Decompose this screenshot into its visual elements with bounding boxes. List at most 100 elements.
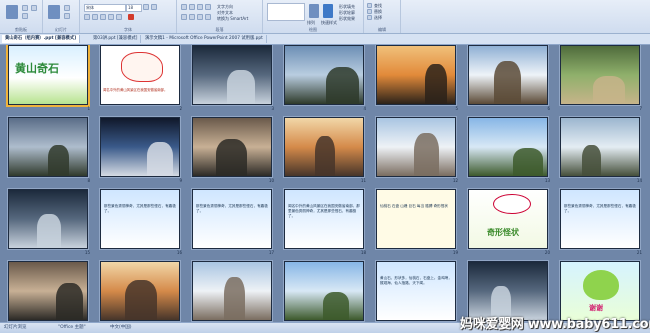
align-center-icon[interactable]: [189, 14, 195, 20]
copy-icon[interactable]: [22, 13, 28, 19]
shape-outline-button[interactable]: 形状轮廓: [339, 10, 355, 15]
slide-thumbnail[interactable]: 那些景色秀丽神奇，尤其是那些怪石，有趣极了。: [560, 189, 640, 249]
paragraph-group: 文字方向 对齐文本 转换为 SmartArt 段落: [177, 0, 263, 33]
arrange-button[interactable]: 排列: [307, 20, 315, 25]
slide-thumbnail[interactable]: [376, 45, 456, 105]
slide-body-text: 那些景色秀丽神奇，尤其是那些怪石，有趣极了。: [196, 204, 268, 213]
slide-thumbnail[interactable]: [100, 117, 180, 177]
slide-body-text: 那些景色秀丽神奇，尤其是那些怪石，有趣极了。: [564, 204, 636, 213]
slide-thumbnail[interactable]: 黄山奇石: [6, 45, 90, 107]
slide-thumbnail[interactable]: [8, 117, 88, 177]
slide-body-text: 那些景色秀丽神奇，尤其是那些怪石，有趣极了。: [104, 204, 176, 213]
slide-thumbnail[interactable]: [376, 117, 456, 177]
slide-thumbnail[interactable]: [468, 117, 548, 177]
slide-body-text: 黄山石，形状多，仙桃石，石盘上。金鸡啼，猴观海，仙人指路，天下闻。: [380, 276, 452, 285]
shape-effects-button[interactable]: 形状效果: [339, 16, 355, 21]
rock-silhouette: [56, 283, 83, 320]
slide-thumbnail[interactable]: [560, 117, 640, 177]
rock-silhouette: [216, 139, 247, 176]
quick-styles-button[interactable]: 快速样式: [321, 20, 337, 25]
slide-number: 13: [544, 178, 550, 183]
rock-silhouette: [227, 70, 255, 104]
slide-thumbnail[interactable]: [192, 117, 272, 177]
align-text-button[interactable]: 对齐文本: [217, 10, 233, 15]
slide-thumbnail[interactable]: 仙桃石 石盘 山峰 巨石 每当 胳膊 奇形怪状: [376, 189, 456, 249]
justify-icon[interactable]: [205, 14, 211, 20]
bullets-icon[interactable]: [181, 4, 187, 10]
shapes-gallery[interactable]: [267, 3, 305, 21]
decrease-indent-icon[interactable]: [197, 4, 203, 10]
format-painter-icon[interactable]: [31, 5, 37, 11]
increase-indent-icon[interactable]: [205, 4, 211, 10]
slide-thumbnail[interactable]: [468, 45, 548, 105]
slide-thumbnail[interactable]: 闻名中外的黄山风景区在我国安徽省南部。那里景色秀丽神奇，尤其是那些怪石，有趣极了…: [284, 189, 364, 249]
paste-icon[interactable]: [6, 5, 18, 19]
shrink-font-icon[interactable]: [151, 4, 157, 10]
font-size-select[interactable]: 18: [126, 4, 142, 12]
rock-silhouette: [323, 292, 349, 320]
arrange-icon[interactable]: [309, 4, 319, 18]
speech-bubble: [493, 194, 531, 214]
rock-silhouette: [414, 133, 439, 176]
watermark: 妈咪爱婴网 www.baby611.com: [460, 317, 650, 332]
replace-button[interactable]: 替换: [374, 9, 382, 14]
rock-silhouette: [494, 61, 521, 104]
shape-fill-button[interactable]: 形状填充: [339, 4, 355, 9]
italic-icon[interactable]: [92, 14, 98, 20]
slide-thumbnail[interactable]: [284, 45, 364, 105]
reset-icon[interactable]: [64, 13, 70, 19]
slide-title-text: 黄山奇石: [15, 62, 59, 75]
slide-thumbnail[interactable]: 闻名中外的黄山风景区在我国安徽省南部。: [100, 45, 180, 105]
grow-font-icon[interactable]: [143, 4, 149, 10]
slide-thumbnail[interactable]: 那些景色秀丽神奇，尤其是那些怪石，有趣极了。: [192, 189, 272, 249]
slide-thumbnail[interactable]: 那些景色秀丽神奇，尤其是那些怪石，有趣极了。: [100, 189, 180, 249]
text-direction-button[interactable]: 文字方向: [217, 4, 233, 9]
layout-icon[interactable]: [64, 5, 70, 11]
slide-thumbnail[interactable]: 黄山石，形状多，仙桃石，石盘上。金鸡啼，猴观海，仙人指路，天下闻。: [376, 261, 456, 321]
paragraph-group-label: 段落: [215, 27, 224, 32]
new-slide-icon[interactable]: [48, 5, 60, 19]
tab-presentation1[interactable]: 演示文稿1 - Microsoft Office PowerPoint 2007…: [142, 35, 267, 43]
slide-thumbnail[interactable]: [8, 189, 88, 249]
rock-silhouette: [582, 145, 601, 176]
select-button[interactable]: 选择: [374, 15, 382, 20]
clipboard-group-label: 剪贴板: [15, 27, 27, 32]
font-name-select[interactable]: 宋体: [84, 4, 126, 12]
smartart-button[interactable]: 转换为 SmartArt: [217, 16, 248, 21]
tab-huangshan[interactable]: 黄山奇石（组内赛）.ppt [兼容模式]: [2, 35, 81, 43]
align-left-icon[interactable]: [181, 14, 187, 20]
slide-thumbnail[interactable]: [284, 117, 364, 177]
numbering-icon[interactable]: [189, 4, 195, 10]
editing-group-label: 编辑: [378, 27, 386, 32]
slide-number: 1: [87, 106, 90, 111]
slide-sorter-grid[interactable]: 黄山奇石 1 闻名中外的黄山风景区在我国安徽省南部。 2 3 4 5 6 7 8 9 10 11 12 13…: [0, 45, 650, 322]
font-color-icon[interactable]: [128, 14, 134, 20]
slide-thumbnail[interactable]: [468, 261, 548, 321]
slide-thumbnail[interactable]: [192, 45, 272, 105]
ribbon: 剪贴板 幻灯片 宋体 18 字体 文字方向 对齐文本 转换为 SmartArt …: [0, 0, 650, 34]
rock-silhouette: [513, 148, 543, 176]
slide-thumbnail[interactable]: 奇形怪状: [468, 189, 548, 249]
strikethrough-icon[interactable]: [108, 14, 114, 20]
slide-number: 14: [636, 178, 642, 183]
font-group-label: 字体: [124, 27, 132, 32]
cut-icon[interactable]: [22, 5, 28, 11]
font-group: 宋体 18 字体: [80, 0, 177, 33]
quick-styles-icon[interactable]: [323, 4, 333, 18]
slide-thumbnail[interactable]: 谢谢: [560, 261, 640, 321]
slide-thumbnail[interactable]: [8, 261, 88, 321]
rock-silhouette: [315, 136, 335, 176]
document-tabbar: 黄山奇石（组内赛）.ppt [兼容模式] 第03讲.ppt [兼容模式] 演示文…: [0, 34, 650, 45]
align-right-icon[interactable]: [197, 14, 203, 20]
tab-lesson03[interactable]: 第03讲.ppt [兼容模式]: [90, 35, 142, 43]
shadow-icon[interactable]: [116, 14, 122, 20]
slide-thumbnail[interactable]: [192, 261, 272, 321]
slide-thumbnail[interactable]: [284, 261, 364, 321]
bold-icon[interactable]: [84, 14, 90, 20]
slide-thumbnail[interactable]: [560, 45, 640, 105]
drawing-group: 排列 快速样式 形状填充 形状轮廓 形状效果 绘图: [263, 0, 364, 33]
font-size-value: 18: [128, 5, 134, 10]
find-button[interactable]: 查找: [374, 3, 382, 8]
slide-thumbnail[interactable]: [100, 261, 180, 321]
underline-icon[interactable]: [100, 14, 106, 20]
